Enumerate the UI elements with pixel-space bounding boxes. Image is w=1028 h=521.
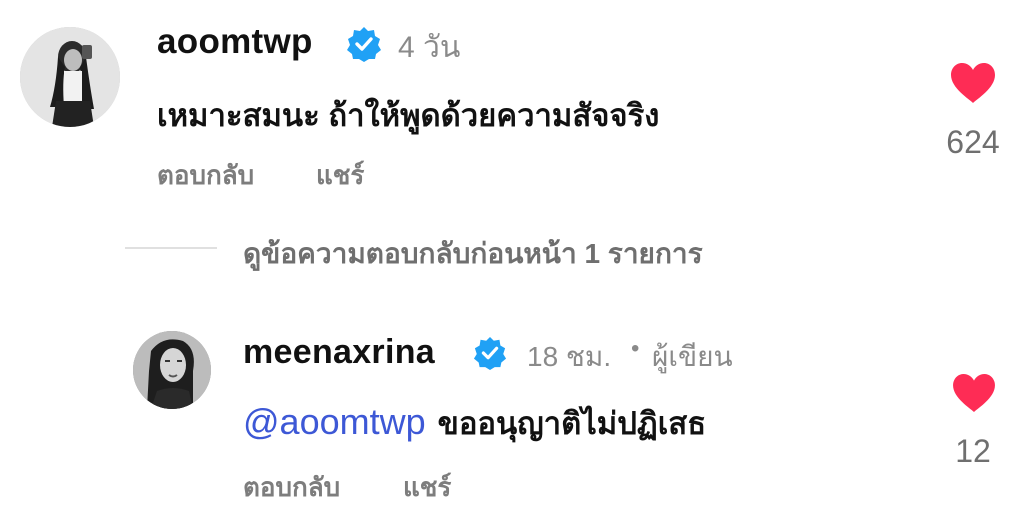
- reply-time: 18 ชม.: [527, 341, 612, 372]
- heart-icon[interactable]: [951, 373, 997, 418]
- avatar[interactable]: [133, 331, 211, 409]
- comment-time: 4 วัน: [398, 31, 461, 64]
- verified-badge-icon: [473, 336, 507, 375]
- reply-button[interactable]: ตอบกลับ: [157, 155, 254, 196]
- view-previous-replies-link[interactable]: ดูข้อความตอบกลับก่อนหน้า 1 รายการ: [243, 232, 703, 276]
- avatar-photo: [20, 27, 120, 127]
- reply-text-row: @aoomtwp ขออนุญาติไม่ปฏิเสธ: [243, 398, 706, 448]
- verified-badge-icon: [346, 26, 382, 67]
- avatar[interactable]: [20, 27, 120, 127]
- heart-icon[interactable]: [949, 62, 997, 109]
- meta-separator: •: [631, 335, 640, 362]
- like-count: 624: [946, 124, 1000, 160]
- share-button[interactable]: แชร์: [403, 467, 451, 508]
- username[interactable]: meenaxrina: [243, 333, 435, 372]
- comment-text: เหมาะสมนะ ถ้าให้พูดด้วยความสัจจริง: [157, 98, 660, 133]
- reply-text: ขออนุญาติไม่ปฏิเสธ: [437, 406, 707, 441]
- author-tag: ผู้เขียน: [652, 341, 733, 372]
- avatar-photo: [133, 331, 211, 409]
- share-button[interactable]: แชร์: [316, 155, 364, 196]
- username[interactable]: aoomtwp: [157, 22, 313, 62]
- like-count: 12: [955, 433, 991, 469]
- mention-link[interactable]: @aoomtwp: [243, 401, 426, 442]
- replies-divider: [125, 247, 217, 249]
- reply-button[interactable]: ตอบกลับ: [243, 467, 340, 508]
